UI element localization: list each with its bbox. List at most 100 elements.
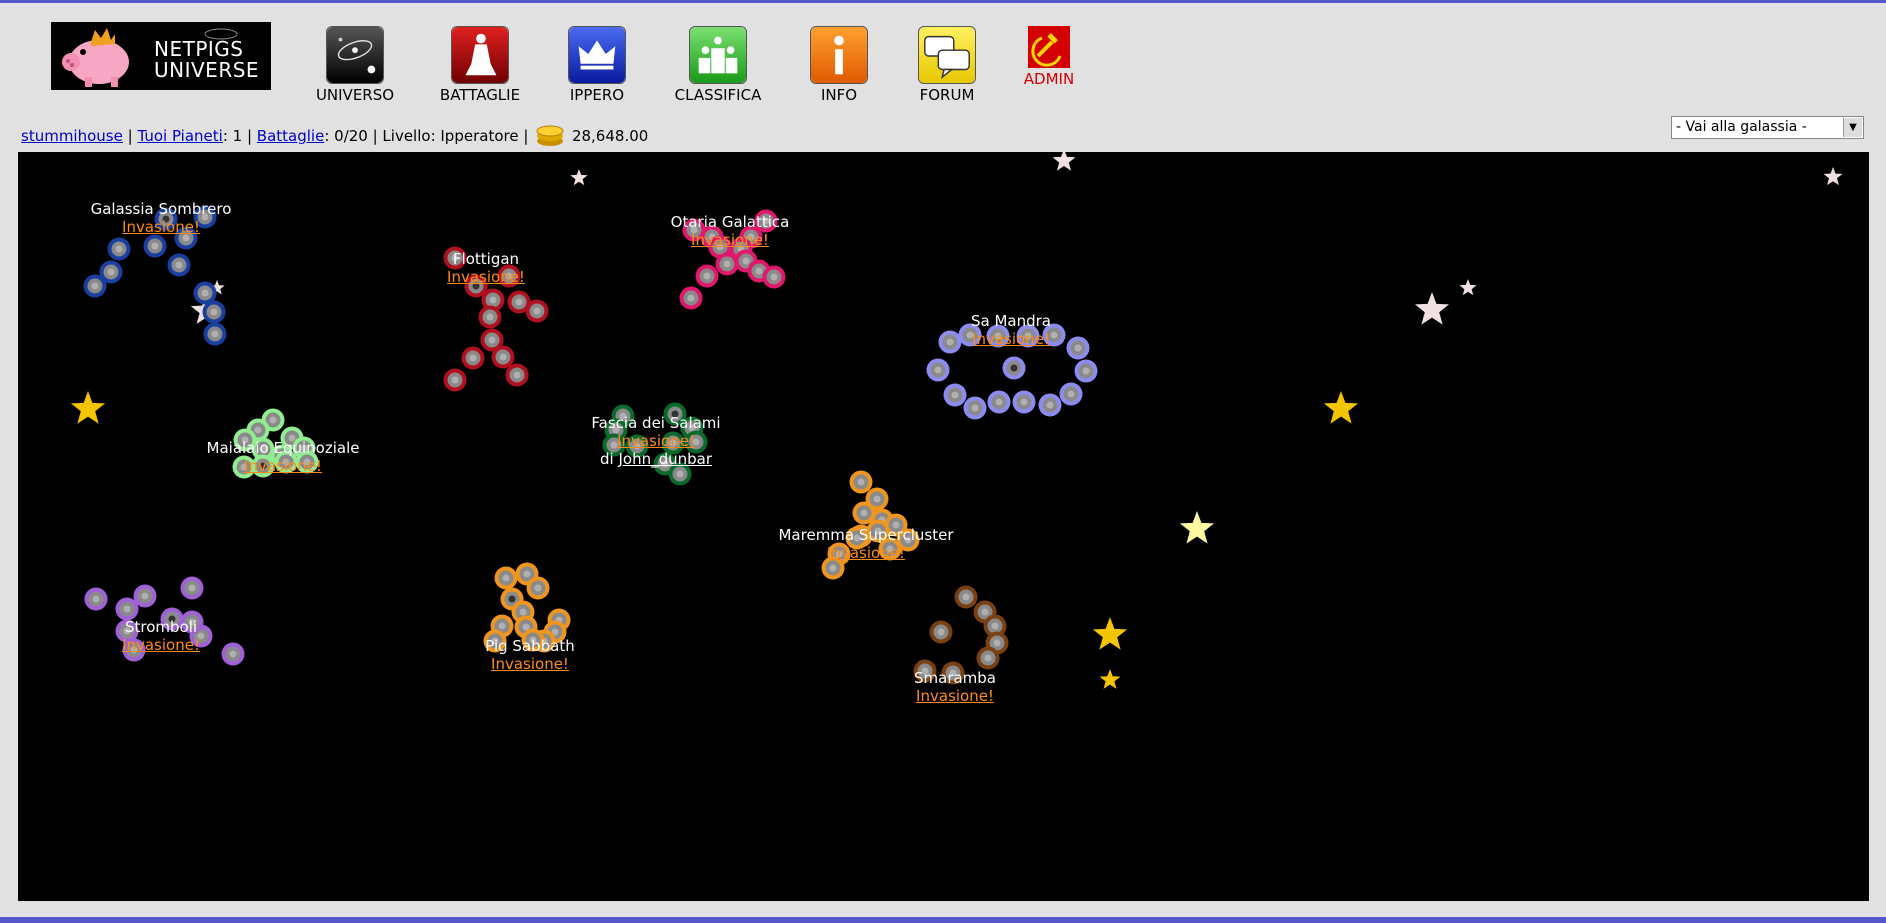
planet-icon[interactable]: [1002, 356, 1026, 380]
planet-icon[interactable]: [478, 305, 502, 329]
bottom-border: [0, 917, 1886, 923]
star-icon: [1459, 279, 1477, 296]
planet-icon[interactable]: [180, 576, 204, 600]
nav-battaglie[interactable]: BATTAGLIE: [425, 26, 535, 104]
coins-value: 28,648.00: [571, 127, 649, 145]
info-icon: [810, 26, 868, 84]
galaxy-label: Galassia Sombrero Invasione!: [91, 200, 232, 236]
star-icon: [1414, 292, 1450, 325]
nav-label: UNIVERSO: [315, 86, 395, 104]
planet-icon[interactable]: [1038, 393, 1062, 417]
nav-label: CLASSIFICA: [674, 86, 762, 104]
invasion-link[interactable]: Invasione!: [671, 231, 790, 249]
podium-icon: [689, 26, 747, 84]
battles-link[interactable]: Battaglie: [257, 127, 325, 145]
planet-icon[interactable]: [1059, 382, 1083, 406]
nav-universo[interactable]: UNIVERSO: [300, 26, 410, 104]
planet-icon[interactable]: [494, 566, 518, 590]
galaxy-label: Otaria Galattica Invasione!: [671, 213, 790, 249]
planet-icon[interactable]: [84, 587, 108, 611]
galaxy-name: Flottigan: [452, 250, 520, 268]
planet-icon[interactable]: [938, 330, 962, 354]
planets-link[interactable]: Tuoi Pianeti: [137, 127, 222, 145]
galaxy-name: Stromboli: [124, 618, 198, 636]
galaxy-name: Fascia dei Salami: [591, 414, 721, 432]
invasion-link[interactable]: Invasione!: [971, 330, 1051, 348]
planet-icon[interactable]: [443, 368, 467, 392]
invasion-link[interactable]: Invasione!: [122, 636, 200, 654]
planet-icon[interactable]: [1074, 359, 1098, 383]
galaxy-label: Maremma Supercluster Invasione!: [778, 526, 953, 562]
invasion-link[interactable]: Invasione!: [207, 457, 360, 475]
planet-icon[interactable]: [963, 396, 987, 420]
invasion-link[interactable]: Invasione!: [591, 432, 720, 450]
planet-icon[interactable]: [505, 363, 529, 387]
planet-icon[interactable]: [221, 642, 245, 666]
invasion-link[interactable]: Invasione!: [778, 544, 953, 562]
planet-icon[interactable]: [107, 237, 131, 261]
star-icon: [1092, 617, 1128, 650]
planet-icon[interactable]: [1066, 336, 1090, 360]
galaxy-dropdown[interactable]: - Vai alla galassia - ▼: [1671, 116, 1864, 139]
planet-icon[interactable]: [976, 646, 1000, 670]
nav-label: BATTAGLIE: [439, 86, 521, 104]
logo-text: NETPIGS UNIVERSE: [154, 37, 260, 82]
planet-icon[interactable]: [83, 274, 107, 298]
universe-map: Galassia Sombrero Invasione! Flottigan I…: [18, 152, 1869, 901]
planet-icon[interactable]: [461, 346, 485, 370]
galaxy-label: Sa Mandra Invasione!: [971, 312, 1051, 348]
galaxy-label: Pig Sabbath Invasione!: [485, 637, 575, 673]
nav-info[interactable]: INFO: [784, 26, 894, 104]
planet-icon[interactable]: [167, 253, 191, 277]
galaxy-label: Stromboli Invasione!: [122, 618, 200, 654]
coins-icon: [536, 125, 564, 146]
galaxy-name: Maialaio Equinoziale: [206, 439, 360, 457]
planet-icon[interactable]: [143, 234, 167, 258]
planet-icon[interactable]: [849, 470, 873, 494]
invasion-link[interactable]: Invasione!: [91, 218, 232, 236]
galaxy-label: Fascia dei Salami Invasione! di John_dun…: [591, 414, 720, 468]
planet-icon[interactable]: [929, 620, 953, 644]
nav-classifica[interactable]: CLASSIFICA: [663, 26, 773, 104]
planet-icon[interactable]: [491, 345, 515, 369]
planet-icon[interactable]: [943, 383, 967, 407]
fighter-icon: [451, 26, 509, 84]
planet-icon[interactable]: [202, 300, 226, 324]
planet-icon[interactable]: [525, 299, 549, 323]
nav-label: INFO: [820, 86, 858, 104]
galaxy-name: Otaria Galattica: [670, 213, 790, 231]
planet-icon[interactable]: [679, 286, 703, 310]
nav-label: ADMIN: [1023, 70, 1075, 88]
planet-icon[interactable]: [926, 358, 950, 382]
galaxy-name: Smaramba: [913, 669, 997, 687]
planet-icon[interactable]: [695, 264, 719, 288]
invasion-link[interactable]: Invasione!: [914, 687, 996, 705]
invasion-link[interactable]: Invasione!: [485, 655, 575, 673]
chevron-down-icon[interactable]: ▼: [1843, 118, 1862, 137]
netpigs-logo[interactable]: NETPIGS UNIVERSE: [51, 22, 271, 90]
nav-forum[interactable]: FORUM: [892, 26, 1002, 104]
star-icon: [1823, 167, 1843, 186]
crown-icon: [568, 26, 626, 84]
invasion-link[interactable]: Invasione!: [447, 268, 525, 286]
planet-icon[interactable]: [1012, 390, 1036, 414]
galaxy-name: Maremma Supercluster: [778, 526, 954, 544]
battles-level: : 0/20 | Livello: Ipperatore |: [324, 127, 529, 145]
planet-icon[interactable]: [203, 322, 227, 346]
planet-icon[interactable]: [526, 576, 550, 600]
star-icon: [1323, 391, 1359, 424]
nav-ippero[interactable]: IPPERO: [542, 26, 652, 104]
galaxy-label: Maialaio Equinoziale Invasione!: [207, 439, 360, 475]
galaxy-label: Smaramba Invasione!: [914, 669, 996, 705]
status-bar: stummihouse | Tuoi Pianeti: 1 | Battagli…: [21, 123, 648, 147]
planet-icon[interactable]: [987, 390, 1011, 414]
user-link[interactable]: stummihouse: [21, 127, 123, 145]
chat-icon: [918, 26, 976, 84]
nav-label: FORUM: [919, 86, 975, 104]
planet-icon[interactable]: [762, 265, 786, 289]
nav-admin[interactable]: ADMIN: [994, 26, 1104, 88]
owner-link[interactable]: John_dunbar: [618, 450, 712, 468]
galaxy-icon: [326, 26, 384, 84]
star-icon: [570, 169, 588, 186]
planet-icon[interactable]: [954, 585, 978, 609]
